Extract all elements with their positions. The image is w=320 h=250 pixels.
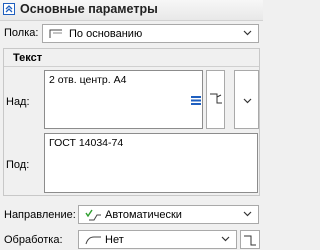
align-icon[interactable] — [191, 95, 201, 108]
above-text-field[interactable]: 2 отв. центр. А4 — [44, 70, 203, 129]
more-dropdown-button[interactable] — [234, 70, 259, 129]
chevron-down-icon — [243, 28, 252, 40]
processing-value: Нет — [105, 234, 124, 246]
leader-line-icon — [209, 91, 223, 108]
below-text-value: ГОСТ 14034-74 — [49, 137, 124, 149]
below-text-field[interactable]: ГОСТ 14034-74 — [44, 133, 258, 193]
shelf-select[interactable]: По основанию — [42, 24, 259, 43]
processing-leader-button[interactable] — [240, 230, 260, 249]
processing-line-icon — [84, 233, 102, 249]
direction-select[interactable]: Автоматически — [78, 205, 259, 224]
auto-direction-icon — [84, 208, 102, 225]
leader-above-button[interactable] — [206, 70, 225, 129]
chevron-down-icon — [221, 234, 230, 246]
leader-line-icon — [243, 233, 257, 250]
section-title: Основные параметры — [20, 2, 158, 16]
chevron-down-icon — [243, 209, 252, 221]
shelf-value: По основанию — [69, 28, 143, 40]
shelf-label: Полка: — [4, 27, 39, 39]
above-label: Над: — [6, 96, 30, 108]
text-group-title: Текст — [13, 52, 43, 64]
chevron-down-icon — [243, 96, 252, 108]
divider — [4, 66, 259, 67]
shelf-base-icon — [48, 27, 64, 43]
direction-label: Направление: — [4, 209, 76, 221]
collapse-icon[interactable] — [3, 3, 15, 15]
processing-select[interactable]: Нет — [78, 230, 237, 249]
above-text-value: 2 отв. центр. А4 — [49, 74, 127, 86]
processing-label: Обработка: — [4, 234, 63, 246]
direction-value: Автоматически — [105, 209, 182, 221]
below-label: Под: — [6, 159, 30, 171]
